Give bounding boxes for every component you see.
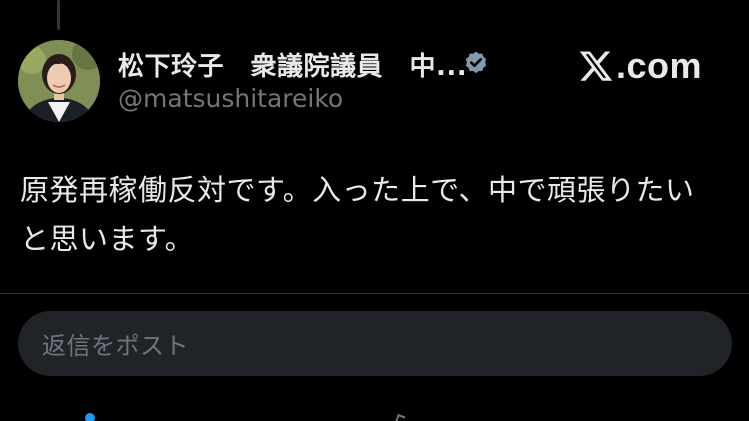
verified-badge-icon [465,51,487,74]
x-site-logo: .com [578,44,702,88]
author-avatar[interactable] [18,40,100,122]
divider [0,293,749,294]
reply-placeholder-text: 返信をポスト [42,332,189,360]
thread-connector-line [57,0,60,30]
author-handle[interactable]: @matsushitareiko [118,84,343,113]
post-body-text: 原発再稼働反対です。入った上で、中で頑張りたいと思います。 [20,173,695,256]
site-domain-text: .com [616,45,703,86]
action-icon-partial-right[interactable] [394,413,406,421]
author-name[interactable]: 松下玲子 衆議院議員 中... [118,46,467,83]
action-icon-partial[interactable] [85,413,95,421]
avatar-image [18,40,100,122]
x-logo-icon [579,51,613,81]
reply-input[interactable]: 返信をポスト [18,311,732,376]
